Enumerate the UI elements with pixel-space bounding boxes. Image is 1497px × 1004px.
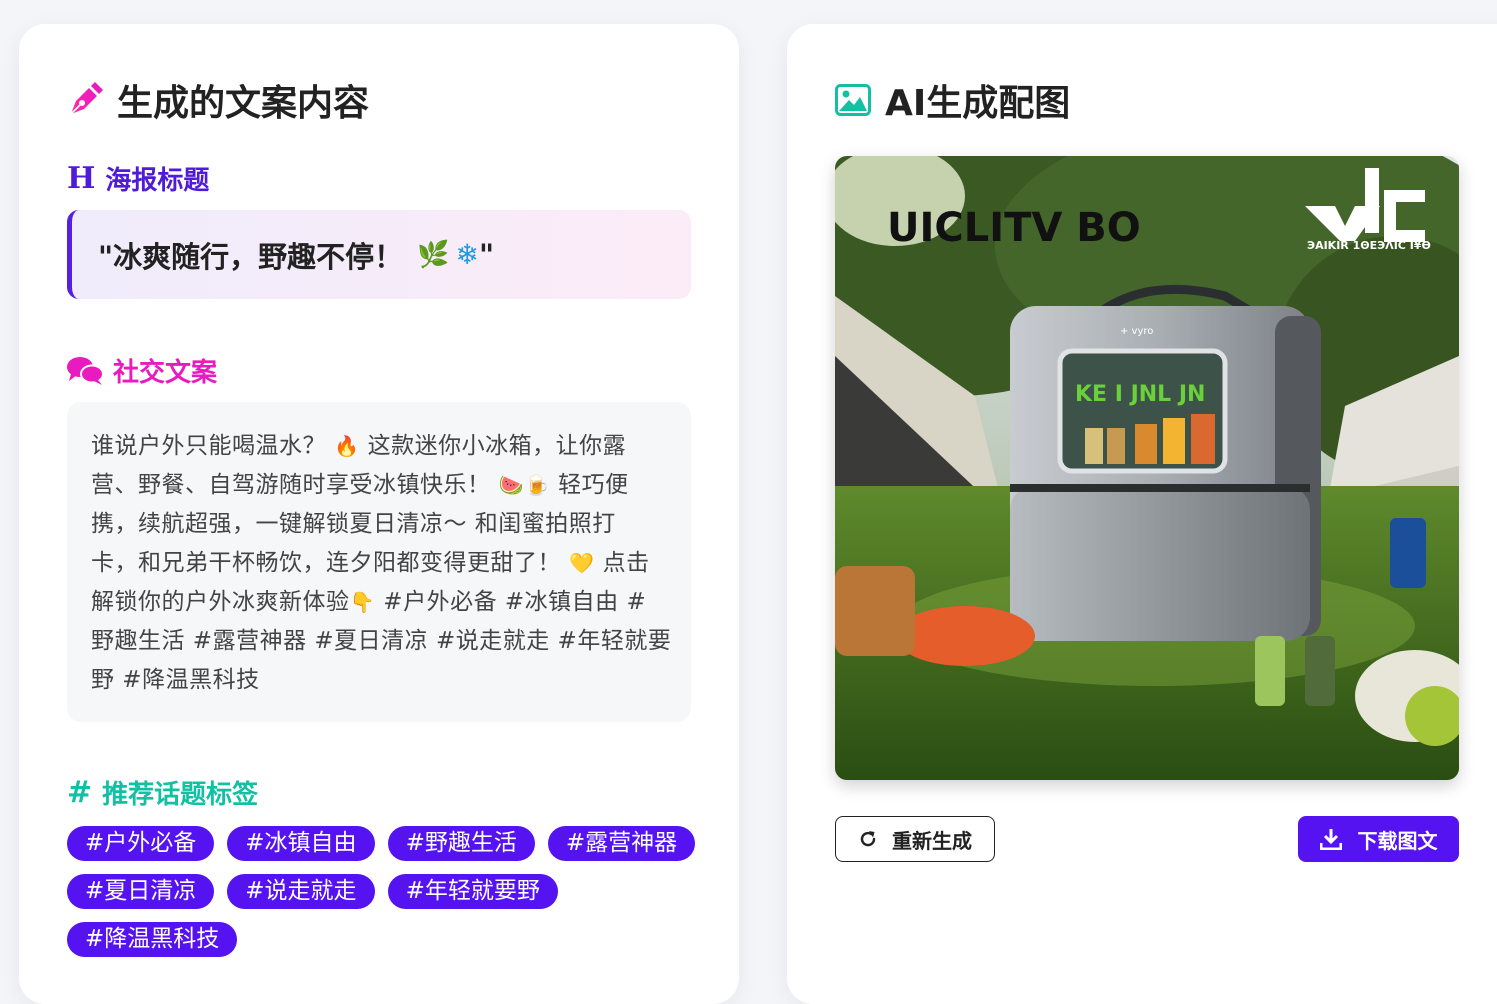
redo-icon xyxy=(858,829,878,849)
social-copy-line: 营、野餐、自驾游随时享受冰镇快乐！ 🍉🍺 轻巧便 xyxy=(91,466,667,505)
regenerate-label: 重新生成 xyxy=(892,828,972,853)
social-copy-line: 解锁你的户外冰爽新体验👇 #户外必备 #冰镇自由 # xyxy=(91,583,667,622)
tag-chip[interactable]: #露营神器 xyxy=(547,826,696,861)
beer-emoji: 🍺 xyxy=(524,473,551,497)
image-icon xyxy=(835,84,871,116)
yellow-heart-emoji: 💛 xyxy=(569,551,595,575)
social-copy-line: 谁说户外只能喝温水？ 🔥 这款迷你小冰箱，让你露 xyxy=(91,427,667,466)
tags-label: 推荐话题标签 xyxy=(102,780,259,810)
social-text: 卡，和兄弟干杯畅饮，连夕阳都变得更甜了！ xyxy=(91,550,569,576)
social-copy-label: 社交文案 xyxy=(113,358,218,388)
social-text: 这款迷你小冰箱，让你露 xyxy=(359,433,627,459)
download-icon xyxy=(1319,828,1342,850)
social-copy-line: 卡，和兄弟干杯畅饮，连夕阳都变得更甜了！ 💛 点击 xyxy=(91,544,667,583)
fire-emoji: 🔥 xyxy=(334,434,360,458)
ai-image-title: AI生成配图 xyxy=(835,74,1070,126)
tag-chip[interactable]: #年轻就要野 xyxy=(387,874,558,909)
herb-emoji: 🌿 xyxy=(417,239,450,270)
social-text: 谁说户外只能喝温水？ xyxy=(91,433,334,459)
ai-image-card: AI生成配图 KE I JNL JN + vyro UICLITV BO ЭAI… xyxy=(787,24,1497,1004)
social-text: #户外必备 #冰镇自由 # xyxy=(375,589,647,615)
download-button[interactable]: 下载图文 xyxy=(1298,816,1459,862)
social-text: 营、野餐、自驾游随时享受冰镇快乐！ xyxy=(91,472,499,498)
social-text: 轻巧便 xyxy=(550,472,629,498)
watermelon-emoji: 🍉 xyxy=(498,473,525,497)
social-text: 野趣生活 #露营神器 #夏日清凉 #说走就走 #年轻就要 xyxy=(91,628,672,654)
social-copy-line: 野 #降温黑科技 xyxy=(91,661,667,700)
poster-logo-right: ЭAIKIR 1ΘЕЭΛIC I¥Ѳ xyxy=(1307,239,1431,252)
tag-list: #户外必备 #冰镇自由 #野趣生活 #露营神器 #夏日清凉 #说走就走 #年轻就… xyxy=(67,826,707,970)
tag-chip[interactable]: #说走就走 xyxy=(227,874,375,909)
fridge-brand-text: + vyro xyxy=(1120,326,1153,337)
poster-title-section-header: H 海报标题 xyxy=(67,160,209,197)
poster-logo-left: UICLITV BO xyxy=(887,205,1141,251)
copy-content-title: 生成的文案内容 xyxy=(67,74,369,126)
social-text: 携，续航超强，一键解锁夏日清凉～ 和闺蜜拍照打 xyxy=(91,511,616,537)
tag-chip[interactable]: #冰镇自由 xyxy=(227,826,375,861)
tag-chip[interactable]: #野趣生活 xyxy=(387,826,535,861)
tag-row: #夏日清凉 #说走就走 #年轻就要野 xyxy=(67,874,707,909)
poster-title-close-quote: " xyxy=(478,237,495,272)
poster-title-box: "冰爽随行，野趣不停！ 🌿 ❄ " xyxy=(67,210,691,299)
tag-row: #降温黑科技 xyxy=(67,922,707,957)
poster-title-text: "冰爽随行，野趣不停！ xyxy=(98,239,404,274)
poster-title-label: 海报标题 xyxy=(105,166,210,196)
download-label: 下载图文 xyxy=(1357,828,1438,853)
ai-image-title-text: AI生成配图 xyxy=(885,83,1071,124)
snowflake-emoji: ❄ xyxy=(455,238,479,271)
copy-content-title-text: 生成的文案内容 xyxy=(117,83,370,124)
regenerate-button[interactable]: 重新生成 xyxy=(835,816,995,862)
social-text: 野 #降温黑科技 xyxy=(91,667,260,693)
comments-icon xyxy=(67,356,103,386)
tag-chip[interactable]: #降温黑科技 xyxy=(67,922,238,957)
point-down-emoji: 👇 xyxy=(349,590,376,614)
social-copy-line: 携，续航超强，一键解锁夏日清凉～ 和闺蜜拍照打 xyxy=(91,505,667,544)
copy-content-card: 生成的文案内容 H 海报标题 "冰爽随行，野趣不停！ 🌿 ❄ " 社交文案 谁说… xyxy=(19,24,739,1004)
social-copy-line: 野趣生活 #露营神器 #夏日清凉 #说走就走 #年轻就要 xyxy=(91,622,671,661)
hashtag-icon: # xyxy=(67,775,93,810)
generated-image: KE I JNL JN + vyro UICLITV BO ЭAIKIR 1ΘЕ… xyxy=(835,156,1459,780)
tag-chip[interactable]: #夏日清凉 xyxy=(67,874,215,909)
tag-chip[interactable]: #户外必备 xyxy=(67,826,215,861)
tag-row: #户外必备 #冰镇自由 #野趣生活 #露营神器 xyxy=(67,826,707,861)
heading-icon: H xyxy=(67,161,96,196)
tags-section-header: # 推荐话题标签 xyxy=(67,774,258,811)
social-text: 点击 xyxy=(594,550,650,576)
social-copy-box: 谁说户外只能喝温水？ 🔥 这款迷你小冰箱，让你露 营、野餐、自驾游随时享受冰镇快… xyxy=(67,402,691,722)
fridge-window-text: KE I JNL JN xyxy=(1075,382,1205,407)
social-text: 解锁你的户外冰爽新体验 xyxy=(91,589,350,615)
pen-nib-icon xyxy=(67,82,103,118)
social-copy-section-header: 社交文案 xyxy=(67,352,217,389)
